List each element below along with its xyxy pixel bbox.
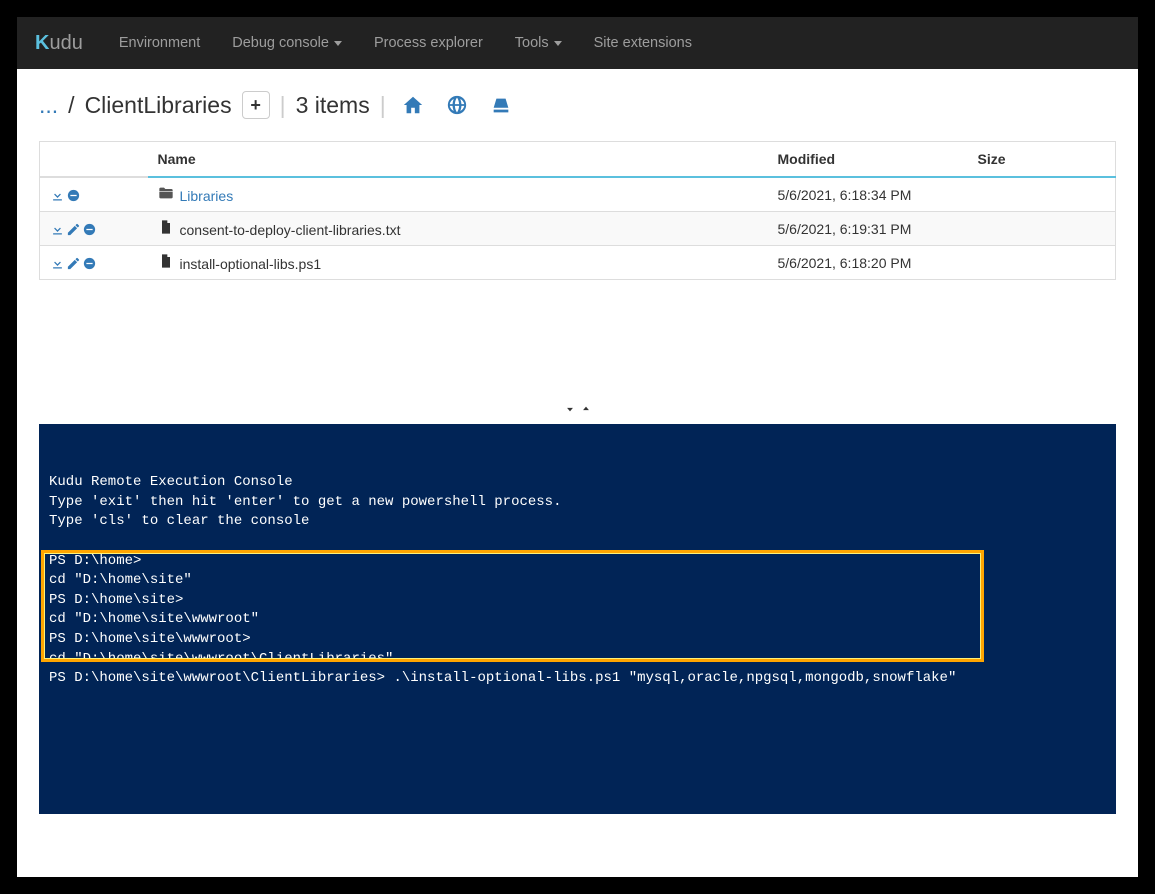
name-cell-file: consent-to-deploy-client-libraries.txt — [148, 212, 768, 246]
nav-item-tools[interactable]: Tools — [501, 17, 576, 69]
edit-icon[interactable] — [66, 256, 81, 271]
download-icon[interactable] — [50, 222, 65, 237]
navbar: Kudu Environment Debug console Process e… — [17, 17, 1138, 69]
breadcrumb: ... / ClientLibraries + | 3 items | — [39, 91, 1116, 119]
nav-label: Site extensions — [594, 35, 692, 51]
nav-label: Environment — [119, 35, 200, 51]
download-icon[interactable] — [50, 188, 65, 203]
file-icon — [158, 219, 176, 235]
size-cell — [968, 212, 1116, 246]
chevron-down-icon — [554, 41, 562, 46]
name-cell-file: install-optional-libs.ps1 — [148, 246, 768, 280]
modified-cell: 5/6/2021, 6:18:34 PM — [768, 177, 968, 212]
edit-icon[interactable] — [66, 222, 81, 237]
name-cell-folder: Libraries — [148, 177, 768, 212]
file-name: install-optional-libs.ps1 — [180, 256, 322, 272]
actions-cell — [40, 177, 148, 212]
nav-item-site-extensions[interactable]: Site extensions — [580, 17, 706, 69]
delete-icon[interactable] — [66, 188, 81, 203]
brand-prefix: K — [35, 32, 49, 55]
delete-icon[interactable] — [82, 256, 97, 271]
add-button[interactable]: + — [242, 91, 270, 119]
download-icon[interactable] — [50, 256, 65, 271]
console-output: Kudu Remote Execution Console Type 'exit… — [49, 473, 1106, 689]
nav-item-process-explorer[interactable]: Process explorer — [360, 17, 497, 69]
file-table: Name Modified Size Libraries 5/6/2021, 6:… — [39, 141, 1116, 280]
nav-label: Process explorer — [374, 35, 483, 51]
file-icon — [158, 253, 176, 269]
delete-icon[interactable] — [82, 222, 97, 237]
actions-cell — [40, 212, 148, 246]
chevron-down-icon — [334, 41, 342, 46]
divider: | — [380, 92, 386, 119]
breadcrumb-current: ClientLibraries — [85, 92, 232, 119]
breadcrumb-ellipsis[interactable]: ... — [39, 92, 58, 119]
actions-cell — [40, 246, 148, 280]
folder-icon — [158, 185, 176, 201]
size-cell — [968, 246, 1116, 280]
nav-item-debug-console[interactable]: Debug console — [218, 17, 356, 69]
brand-logo[interactable]: Kudu — [35, 32, 83, 55]
file-name: consent-to-deploy-client-libraries.txt — [180, 222, 401, 238]
console-resize-handle[interactable] — [39, 400, 1116, 418]
console[interactable]: Kudu Remote Execution Console Type 'exit… — [39, 424, 1116, 814]
size-cell — [968, 177, 1116, 212]
brand-rest: udu — [49, 32, 82, 55]
folder-link[interactable]: Libraries — [180, 188, 234, 204]
th-modified[interactable]: Modified — [768, 142, 968, 178]
table-row: install-optional-libs.ps1 5/6/2021, 6:18:… — [40, 246, 1116, 280]
nav-item-environment[interactable]: Environment — [105, 17, 214, 69]
home-icon[interactable] — [402, 94, 424, 116]
globe-icon[interactable] — [446, 94, 468, 116]
divider: | — [280, 92, 286, 119]
nav-label: Debug console — [232, 35, 329, 51]
th-size[interactable]: Size — [968, 142, 1116, 178]
th-name[interactable]: Name — [148, 142, 768, 178]
items-count: 3 items — [296, 92, 370, 119]
modified-cell: 5/6/2021, 6:18:20 PM — [768, 246, 968, 280]
table-row: Libraries 5/6/2021, 6:18:34 PM — [40, 177, 1116, 212]
nav-label: Tools — [515, 35, 549, 51]
th-actions — [40, 142, 148, 178]
breadcrumb-separator: / — [68, 92, 74, 119]
modified-cell: 5/6/2021, 6:19:31 PM — [768, 212, 968, 246]
disk-icon[interactable] — [490, 94, 512, 116]
table-row: consent-to-deploy-client-libraries.txt 5/… — [40, 212, 1116, 246]
